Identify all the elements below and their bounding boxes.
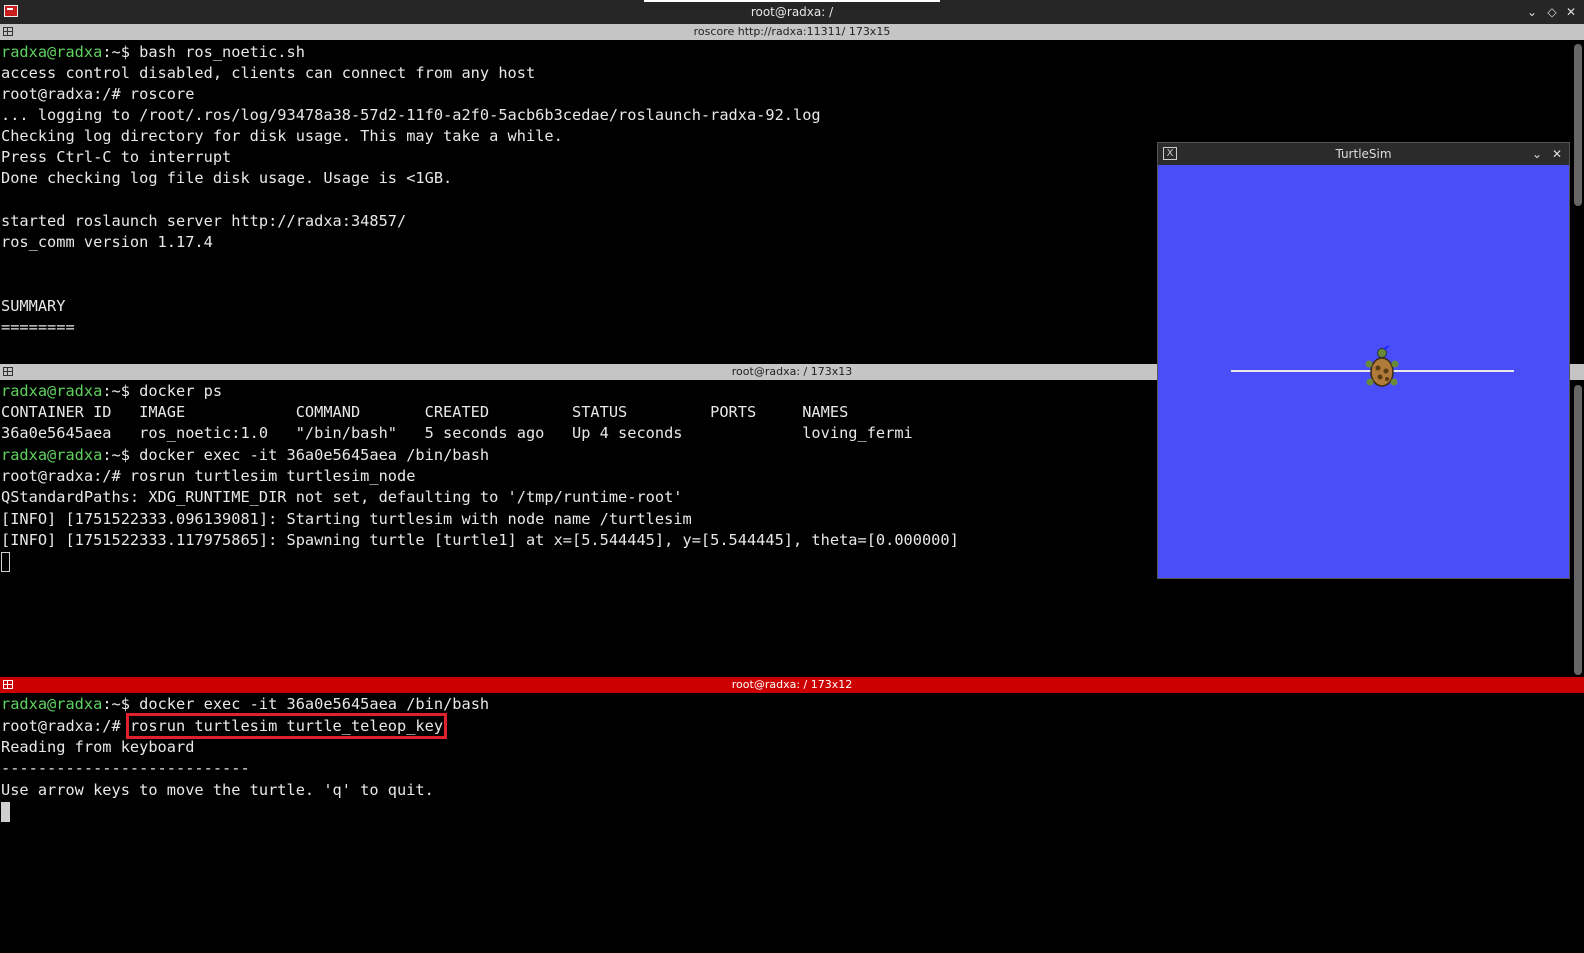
terminal-line: --------------------------- bbox=[1, 759, 250, 777]
terminal-line: Reading from keyboard bbox=[1, 738, 195, 756]
turtlesim-canvas bbox=[1158, 165, 1569, 578]
window-titlebar: root@radxa: / ⌄ ◇ ✕ bbox=[0, 0, 1584, 24]
terminal-line: radxa@radxa:~$ docker exec -it 36a0e5645… bbox=[1, 695, 490, 713]
terminal-line: access control disabled, clients can con… bbox=[1, 64, 536, 82]
turtle-icon bbox=[1365, 345, 1399, 387]
tab-indicator bbox=[644, 0, 940, 2]
terminal-line: [INFO] [1751522333.096139081]: Starting … bbox=[1, 510, 692, 528]
terminal-line: Checking log directory for disk usage. T… bbox=[1, 127, 563, 145]
close-icon[interactable]: ✕ bbox=[1548, 145, 1566, 163]
terminal-line: ======== bbox=[1, 318, 75, 336]
terminal-line: SUMMARY bbox=[1, 297, 66, 315]
terminal-cursor bbox=[1, 802, 10, 822]
terminal-line: radxa@radxa:~$ docker ps bbox=[1, 382, 223, 400]
terminal-line: 36a0e5645aea ros_noetic:1.0 "/bin/bash" … bbox=[1, 424, 913, 442]
diamond-icon[interactable]: ◇ bbox=[1543, 3, 1561, 21]
chevron-down-icon[interactable]: ⌄ bbox=[1528, 145, 1546, 163]
terminal-line: Use arrow keys to move the turtle. 'q' t… bbox=[1, 781, 434, 799]
close-icon[interactable]: ✕ bbox=[1562, 3, 1580, 21]
pane1-scrollbar[interactable] bbox=[1574, 44, 1582, 206]
terminal-line: radxa@radxa:~$ bash ros_noetic.sh bbox=[1, 43, 305, 61]
terminal-line: started roslaunch server http://radxa:34… bbox=[1, 212, 407, 230]
chevron-down-icon[interactable]: ⌄ bbox=[1523, 3, 1541, 21]
turtlesim-title: TurtleSim bbox=[1335, 147, 1392, 161]
terminal-line: root@radxa:/# rosrun turtlesim turtlesim… bbox=[1, 467, 416, 485]
turtlesim-window[interactable]: X TurtleSim ⌄ ✕ bbox=[1157, 142, 1570, 579]
terminal-line: Press Ctrl-C to interrupt bbox=[1, 148, 232, 166]
terminal-line: CONTAINER ID IMAGE COMMAND CREATED STATU… bbox=[1, 403, 849, 421]
pane-titlebar-teleop[interactable]: root@radxa: / 173x12 bbox=[0, 677, 1584, 693]
turtlesim-titlebar[interactable]: X TurtleSim ⌄ ✕ bbox=[1158, 143, 1569, 165]
terminal-pane-teleop[interactable]: radxa@radxa:~$ docker exec -it 36a0e5645… bbox=[0, 693, 1584, 953]
terminal-line: root@radxa:/# roscore bbox=[1, 85, 195, 103]
terminal-line: [INFO] [1751522333.117975865]: Spawning … bbox=[1, 531, 959, 549]
pane-title: roscore http://radxa:11311/ 173x15 bbox=[693, 25, 891, 38]
highlighted-command: rosrun turtlesim turtle_teleop_key bbox=[125, 713, 448, 739]
pane-title: root@radxa: / 173x12 bbox=[731, 678, 853, 691]
terminal-line: radxa@radxa:~$ docker exec -it 36a0e5645… bbox=[1, 446, 490, 464]
pane2-scrollbar[interactable] bbox=[1574, 385, 1582, 675]
terminal-line: ros_comm version 1.17.4 bbox=[1, 233, 213, 251]
pane-titlebar-roscore[interactable]: roscore http://radxa:11311/ 173x15 bbox=[0, 24, 1584, 40]
terminal-line: QStandardPaths: XDG_RUNTIME_DIR not set,… bbox=[1, 488, 683, 506]
window-title: root@radxa: / bbox=[750, 5, 834, 19]
terminal-line: ... logging to /root/.ros/log/93478a38-5… bbox=[1, 106, 821, 124]
turtlesim-drawing bbox=[1231, 345, 1514, 387]
terminal-cursor bbox=[1, 552, 10, 572]
terminal-line: Done checking log file disk usage. Usage… bbox=[1, 169, 453, 187]
terminal-line: root@radxa:/# rosrun turtlesim turtle_te… bbox=[1, 713, 448, 739]
